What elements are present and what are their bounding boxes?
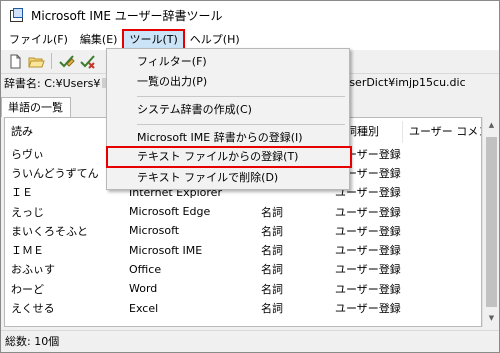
menu-item-import-text-file[interactable]: テキスト ファイルからの登録(T) [106,146,352,168]
cell-type: ユーザー登録 [335,263,401,277]
cell-reading: わーど [11,282,44,296]
title-bar: Microsoft IME ユーザー辞書ツール [1,1,499,30]
cell-reading: えっじ [11,205,44,219]
cell-pos: 名詞 [261,263,283,277]
menu-item-create-system-dictionary[interactable]: システム辞書の作成(C) [107,100,349,120]
scroll-down-icon[interactable]: ▼ [483,310,500,327]
cell-pos: 名詞 [261,282,283,296]
table-row[interactable]: えくせる Excel 名詞 ユーザー登録 [5,298,481,317]
menu-edit[interactable]: 編集(E) [74,30,124,50]
menu-item-export-list[interactable]: 一覧の出力(P) [107,72,349,92]
menu-item-delete-by-text-file[interactable]: テキスト ファイルで削除(D) [107,168,349,188]
new-file-icon[interactable] [7,53,24,70]
menu-item-import-ime-dictionary[interactable]: Microsoft IME 辞書からの登録(I) [107,128,349,148]
check-delete-icon[interactable] [79,53,96,70]
window-title: Microsoft IME ユーザー辞書ツール [31,9,223,23]
cell-type: ユーザー登録 [335,282,401,296]
tab-word-list[interactable]: 単語の一覧 [1,97,71,117]
tools-menu-dropdown: フィルター(F) 一覧の出力(P) システム辞書の作成(C) Microsoft… [106,48,352,190]
table-row[interactable]: ＩＭＥ Microsoft IME 名詞 ユーザー登録 [5,240,481,259]
header-comment[interactable]: ユーザー コメント [403,121,481,143]
cell-word: Microsoft Edge [129,205,211,219]
table-row[interactable]: おふぃす Office 名詞 ユーザー登録 [5,260,481,279]
open-folder-icon[interactable] [28,53,45,70]
menu-file[interactable]: ファイル(F) [3,30,74,50]
cell-type: ユーザー登録 [335,302,401,316]
cell-word: Word [129,282,158,296]
cell-type: ユーザー登録 [335,205,401,219]
cell-reading: えくせる [11,302,55,316]
cell-pos: 名詞 [261,302,283,316]
vertical-scrollbar[interactable]: ▲ ▼ [482,117,499,327]
menu-item-filter[interactable]: フィルター(F) [107,52,349,72]
cell-type: ユーザー登録 [335,224,401,238]
cell-reading: おふぃす [11,263,55,277]
menu-help[interactable]: ヘルプ(H) [184,30,246,50]
cell-reading: まいくろそふと [11,224,88,238]
cell-word: Microsoft IME [129,243,203,257]
path-prefix: 辞書名: C:¥Users¥ [4,76,101,90]
check-edit-icon[interactable] [58,53,75,70]
menu-separator [137,124,345,125]
scroll-thumb[interactable] [486,137,497,307]
dictionary-app-icon [9,7,25,24]
cell-pos: 名詞 [261,244,283,258]
cell-word: Microsoft [129,224,180,238]
menu-separator [137,96,345,97]
table-row[interactable]: まいくろそふと Microsoft 名詞 ユーザー登録 [5,221,481,240]
table-row[interactable]: わーど Word 名詞 ユーザー登録 [5,279,481,298]
cell-type: ユーザー登録 [335,244,401,258]
cell-pos: 名詞 [261,224,283,238]
toolbar-separator [51,53,52,69]
cell-word: Excel [129,301,159,315]
table-row[interactable]: えっじ Microsoft Edge 名詞 ユーザー登録 [5,202,481,221]
cell-reading: ＩＭＥ [11,244,44,258]
app-window: Microsoft IME ユーザー辞書ツール ファイル(F) 編集(E) ツー… [0,0,500,353]
cell-pos: 名詞 [261,205,283,219]
menu-tools[interactable]: ツール(T) [122,29,185,51]
menu-bar: ファイル(F) 編集(E) ツール(T) ヘルプ(H) [1,29,499,51]
status-bar: 総数: 10個 [1,330,499,352]
cell-word: Office [129,262,162,276]
scroll-up-icon[interactable]: ▲ [483,117,500,134]
